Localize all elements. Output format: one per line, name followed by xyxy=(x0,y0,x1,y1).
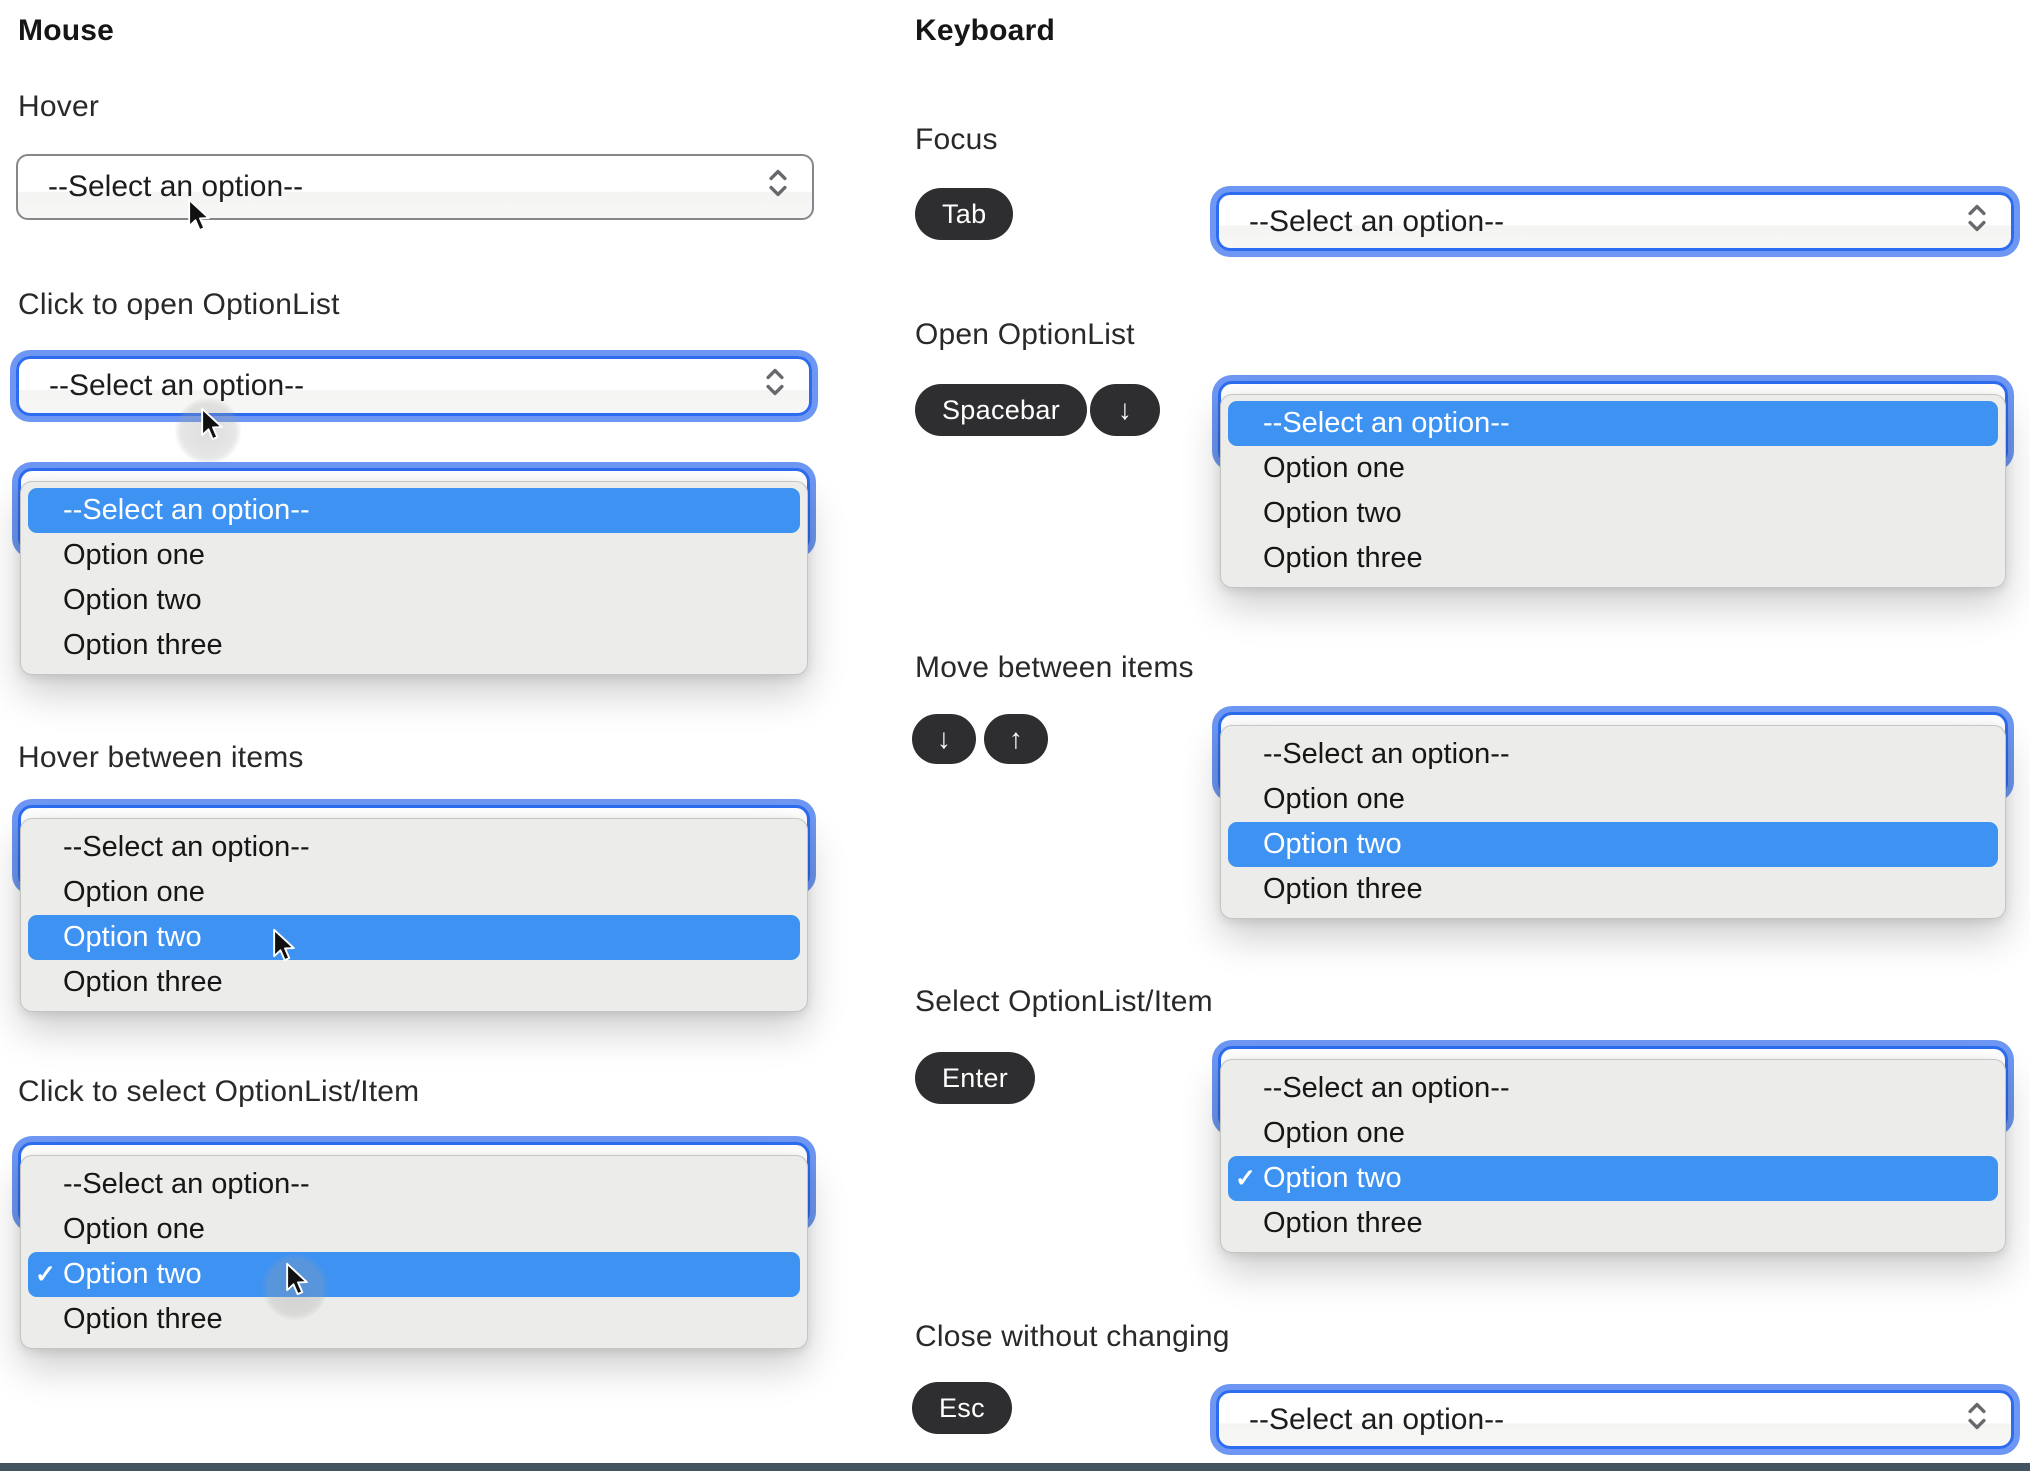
optionlist-panel: --Select an option-- Option one ✓ Option… xyxy=(20,1155,808,1349)
key-spacebar: Spacebar xyxy=(915,384,1087,436)
mouse-heading: Mouse xyxy=(18,14,115,47)
keyboard-select-label: Select OptionList/Item xyxy=(915,985,1213,1018)
optionlist-open: --Select an option-- Option one Option t… xyxy=(18,799,810,1012)
select-value: --Select an option-- xyxy=(1249,1402,1505,1436)
select-trigger-focused[interactable]: --Select an option-- xyxy=(16,356,812,416)
next-section-edge xyxy=(0,1463,2030,1471)
optionlist-item[interactable]: Option two xyxy=(1228,822,1998,867)
optionlist-item-selected[interactable]: ✓ Option two xyxy=(1228,1156,1998,1201)
mouse-click-open-label: Click to open OptionList xyxy=(18,288,340,321)
optionlist-open: --Select an option-- Option one Option t… xyxy=(1218,706,2008,919)
select-value: --Select an option-- xyxy=(1249,204,1505,238)
mouse-cursor-icon xyxy=(188,198,210,232)
key-enter: Enter xyxy=(915,1052,1036,1104)
mouse-hover-label: Hover xyxy=(18,90,100,123)
optionlist-panel: --Select an option-- Option one Option t… xyxy=(1220,394,2006,588)
optionlist-panel: --Select an option-- Option one ✓ Option… xyxy=(1220,1059,2006,1253)
optionlist-open: --Select an option-- Option one ✓ Option… xyxy=(1218,1040,2008,1253)
optionlist-item[interactable]: --Select an option-- xyxy=(28,1162,800,1207)
optionlist-item[interactable]: Option two xyxy=(1228,491,1998,536)
mouse-click-select-label: Click to select OptionList/Item xyxy=(18,1075,420,1108)
checkmark-icon: ✓ xyxy=(1235,1163,1256,1192)
optionlist-item[interactable]: --Select an option-- xyxy=(1228,1066,1998,1111)
select-value: --Select an option-- xyxy=(48,170,304,203)
optionlist-item[interactable]: Option three xyxy=(1228,867,1998,912)
mouse-cursor-icon xyxy=(286,1262,308,1296)
keyboard-open-label: Open OptionList xyxy=(915,318,1135,351)
mouse-cursor-icon xyxy=(201,407,223,441)
optionlist-item-selected[interactable]: ✓ Option two xyxy=(28,1252,800,1297)
checkmark-icon: ✓ xyxy=(35,1259,56,1288)
optionlist-item[interactable]: Option one xyxy=(1228,446,1998,491)
mouse-hover-items-label: Hover between items xyxy=(18,741,304,774)
keyboard-heading: Keyboard xyxy=(915,14,1055,47)
page: Mouse Hover --Select an option-- Click t… xyxy=(0,0,2030,1471)
chevron-up-down-icon xyxy=(1965,1400,1989,1440)
optionlist-item[interactable]: Option three xyxy=(28,1297,800,1342)
optionlist-item[interactable]: --Select an option-- xyxy=(28,488,800,533)
key-arrow-down: ↓ xyxy=(912,714,976,764)
key-esc: Esc xyxy=(912,1382,1012,1434)
optionlist-item[interactable]: Option three xyxy=(1228,536,1998,581)
optionlist-panel: --Select an option-- Option one Option t… xyxy=(1220,725,2006,919)
chevron-up-down-icon xyxy=(763,366,787,406)
optionlist-open: --Select an option-- Option one ✓ Option… xyxy=(18,1136,810,1349)
chevron-up-down-icon xyxy=(1965,202,1989,242)
keyboard-close-label: Close without changing xyxy=(915,1320,1230,1353)
keyboard-move-label: Move between items xyxy=(915,651,1194,684)
select-trigger-focused[interactable]: --Select an option-- xyxy=(1216,1390,2014,1449)
key-arrow-down: ↓ xyxy=(1090,384,1160,436)
optionlist-panel: --Select an option-- Option one Option t… xyxy=(20,818,808,1012)
optionlist-open: --Select an option-- Option one Option t… xyxy=(18,462,810,675)
optionlist-item[interactable]: Option two xyxy=(28,578,800,623)
optionlist-panel: --Select an option-- Option one Option t… xyxy=(20,481,808,675)
optionlist-item[interactable]: Option one xyxy=(28,870,800,915)
optionlist-item[interactable]: --Select an option-- xyxy=(1228,401,1998,446)
mouse-cursor-icon xyxy=(273,928,295,962)
optionlist-item[interactable]: Option one xyxy=(1228,777,1998,822)
optionlist-open: --Select an option-- Option one Option t… xyxy=(1218,375,2008,588)
optionlist-item[interactable]: Option three xyxy=(1228,1201,1998,1246)
keyboard-focus-label: Focus xyxy=(915,123,998,156)
optionlist-item[interactable]: --Select an option-- xyxy=(1228,732,1998,777)
optionlist-item[interactable]: Option three xyxy=(28,623,800,668)
optionlist-item[interactable]: Option one xyxy=(1228,1111,1998,1156)
select-trigger-focused[interactable]: --Select an option-- xyxy=(1216,192,2014,251)
chevron-up-down-icon xyxy=(766,167,790,207)
optionlist-item[interactable]: Option two xyxy=(28,915,800,960)
select-trigger-hover[interactable]: --Select an option-- xyxy=(16,154,814,220)
optionlist-item[interactable]: --Select an option-- xyxy=(28,825,800,870)
key-tab: Tab xyxy=(915,188,1014,240)
select-value: --Select an option-- xyxy=(49,369,305,402)
optionlist-item[interactable]: Option one xyxy=(28,533,800,578)
optionlist-item[interactable]: Option three xyxy=(28,960,800,1005)
key-arrow-up: ↑ xyxy=(984,714,1048,764)
optionlist-item[interactable]: Option one xyxy=(28,1207,800,1252)
